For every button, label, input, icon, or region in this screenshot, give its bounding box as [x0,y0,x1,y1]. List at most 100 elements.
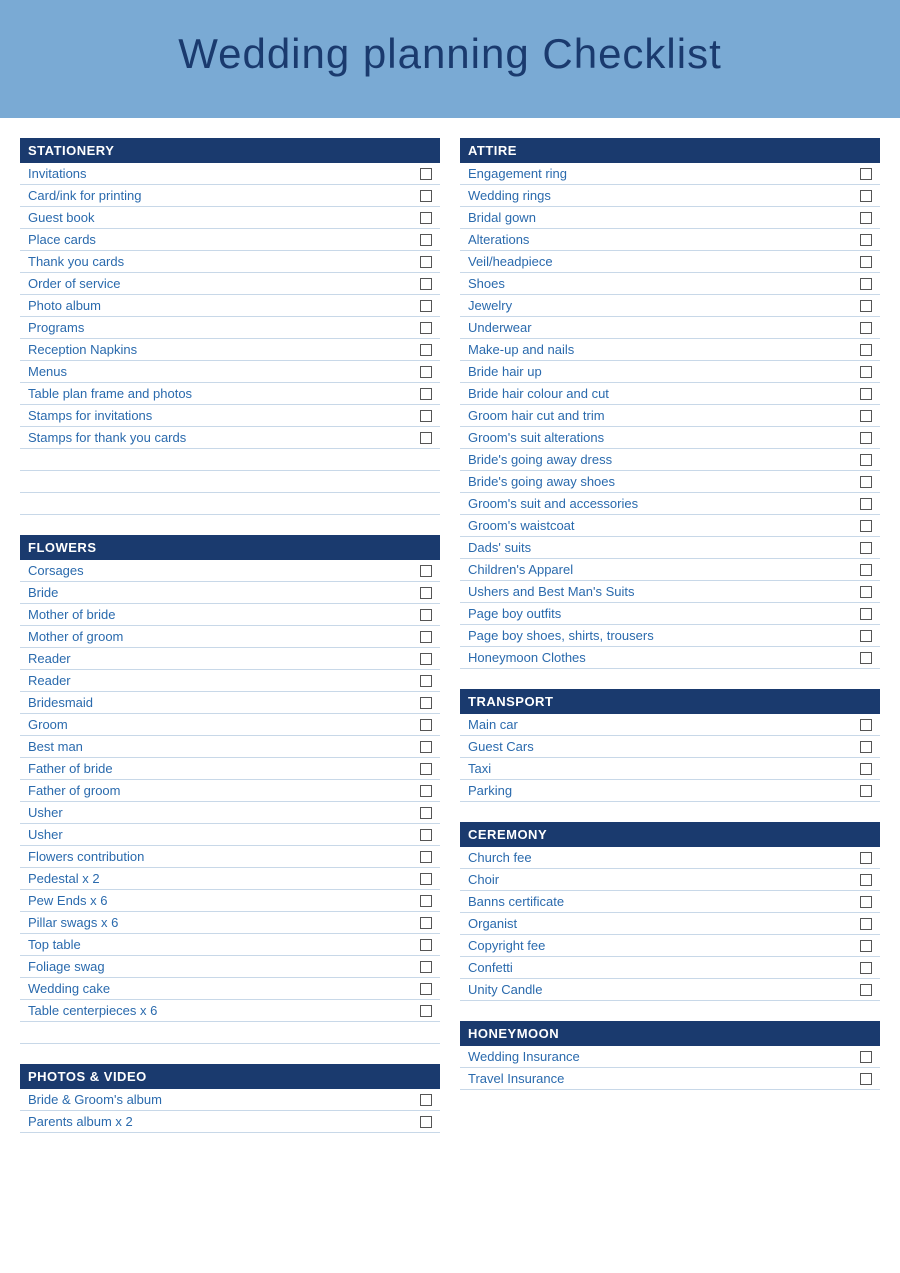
checkbox[interactable] [860,608,872,620]
checkbox[interactable] [420,366,432,378]
checkbox[interactable] [860,542,872,554]
checkbox[interactable] [860,322,872,334]
checkbox[interactable] [860,586,872,598]
checkbox[interactable] [860,940,872,952]
checkbox[interactable] [860,498,872,510]
checkbox[interactable] [860,432,872,444]
list-item: Pillar swags x 6 [20,912,440,934]
list-item: Veil/headpiece [460,251,880,273]
checkbox[interactable] [420,741,432,753]
checkbox[interactable] [860,719,872,731]
checkbox[interactable] [860,874,872,886]
list-item: Bride's going away shoes [460,471,880,493]
checkbox[interactable] [420,807,432,819]
list-item: Invitations [20,163,440,185]
checkbox[interactable] [860,652,872,664]
checkbox[interactable] [860,896,872,908]
checkbox[interactable] [860,1051,872,1063]
checkbox[interactable] [420,961,432,973]
checkbox[interactable] [860,1073,872,1085]
checkbox[interactable] [420,609,432,621]
checkbox[interactable] [860,300,872,312]
section-stationery: STATIONERY InvitationsCard/ink for print… [20,138,440,515]
checkbox[interactable] [420,983,432,995]
checkbox[interactable] [420,675,432,687]
list-item: Stamps for thank you cards [20,427,440,449]
list-item: Unity Candle [460,979,880,1001]
checkbox[interactable] [860,962,872,974]
checkbox[interactable] [420,234,432,246]
checkbox[interactable] [420,785,432,797]
checkbox[interactable] [420,432,432,444]
checkbox[interactable] [420,851,432,863]
list-item: Photo album [20,295,440,317]
checkbox[interactable] [420,190,432,202]
transport-header: TRANSPORT [460,689,880,714]
checkbox[interactable] [420,653,432,665]
list-item: Mother of groom [20,626,440,648]
checkbox[interactable] [420,1094,432,1106]
checkbox[interactable] [860,366,872,378]
checkbox[interactable] [860,278,872,290]
checkbox[interactable] [420,763,432,775]
checkbox[interactable] [860,388,872,400]
checkbox[interactable] [420,587,432,599]
list-item: Menus [20,361,440,383]
checkbox[interactable] [860,256,872,268]
list-item: Guest book [20,207,440,229]
ceremony-header: CEREMONY [460,822,880,847]
checkbox[interactable] [860,520,872,532]
section-transport: TRANSPORT Main carGuest CarsTaxiParking [460,689,880,802]
checkbox[interactable] [860,234,872,246]
checkbox[interactable] [420,388,432,400]
checkbox[interactable] [860,630,872,642]
checkbox[interactable] [420,939,432,951]
list-item: Pedestal x 2 [20,868,440,890]
list-item: Honeymoon Clothes [460,647,880,669]
list-item: Confetti [460,957,880,979]
checkbox[interactable] [420,895,432,907]
checkbox[interactable] [860,785,872,797]
checkbox[interactable] [420,917,432,929]
checkbox[interactable] [860,212,872,224]
checkbox[interactable] [860,190,872,202]
checkbox[interactable] [420,697,432,709]
list-item: Page boy outfits [460,603,880,625]
checkbox[interactable] [420,168,432,180]
checkbox[interactable] [860,476,872,488]
checkbox[interactable] [420,322,432,334]
list-item: Make-up and nails [460,339,880,361]
checkbox[interactable] [420,410,432,422]
list-item: Groom's suit and accessories [460,493,880,515]
checkbox[interactable] [860,410,872,422]
checkbox[interactable] [860,564,872,576]
checkbox[interactable] [420,873,432,885]
page: Wedding planning Checklist STATIONERY In… [0,0,900,1273]
attire-header: ATTIRE [460,138,880,163]
checkbox[interactable] [860,918,872,930]
list-item: Guest Cars [460,736,880,758]
checkbox[interactable] [420,212,432,224]
checkbox[interactable] [420,631,432,643]
checkbox[interactable] [420,300,432,312]
list-item: Page boy shoes, shirts, trousers [460,625,880,647]
checkbox[interactable] [420,829,432,841]
checkbox[interactable] [420,1005,432,1017]
checkbox[interactable] [860,984,872,996]
checkbox[interactable] [860,763,872,775]
checkbox[interactable] [420,256,432,268]
flowers-header: FLOWERS [20,535,440,560]
section-photos: PHOTOS & VIDEO Bride & Groom's albumPare… [20,1064,440,1133]
checkbox[interactable] [420,719,432,731]
checkbox[interactable] [420,344,432,356]
list-item: Programs [20,317,440,339]
checkbox[interactable] [420,1116,432,1128]
checkbox[interactable] [860,852,872,864]
checkbox[interactable] [860,741,872,753]
list-item: Children's Apparel [460,559,880,581]
checkbox[interactable] [420,278,432,290]
checkbox[interactable] [860,454,872,466]
checkbox[interactable] [420,565,432,577]
checkbox[interactable] [860,344,872,356]
checkbox[interactable] [860,168,872,180]
